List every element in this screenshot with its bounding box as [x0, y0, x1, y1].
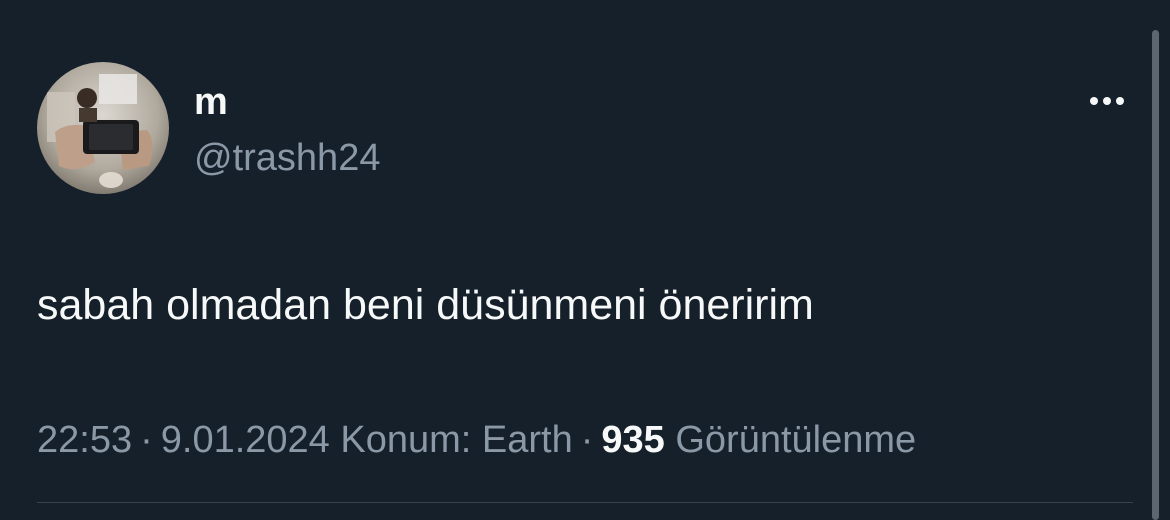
views-count[interactable]: 935 — [601, 419, 664, 461]
divider — [37, 502, 1133, 503]
avatar-photo — [37, 62, 169, 194]
tweet-text: sabah olmadan beni düsünmeni öneririm — [37, 281, 814, 329]
display-name[interactable]: m — [194, 80, 228, 124]
views-label[interactable]: Görüntülenme — [675, 419, 916, 461]
tweet-detail: m @trashh24 sabah olmadan beni düsünmeni… — [0, 0, 1170, 520]
tweet-time[interactable]: 22:53 — [37, 419, 132, 461]
more-horizontal-icon — [1090, 97, 1098, 105]
more-horizontal-icon — [1103, 97, 1111, 105]
tweet-location: Konum: Earth — [340, 419, 573, 461]
user-handle[interactable]: @trashh24 — [194, 136, 380, 180]
avatar[interactable] — [37, 62, 169, 194]
tweet-metadata: 22:53 · 9.01.2024 Konum: Earth · 935 Görüntü… — [37, 416, 916, 464]
tweet-date[interactable]: 9.01.2024 — [161, 419, 330, 461]
separator: · — [580, 419, 594, 461]
separator: · — [140, 419, 153, 461]
more-horizontal-icon — [1116, 97, 1124, 105]
scrollbar[interactable] — [1152, 30, 1159, 520]
more-options-button[interactable] — [1080, 84, 1134, 118]
